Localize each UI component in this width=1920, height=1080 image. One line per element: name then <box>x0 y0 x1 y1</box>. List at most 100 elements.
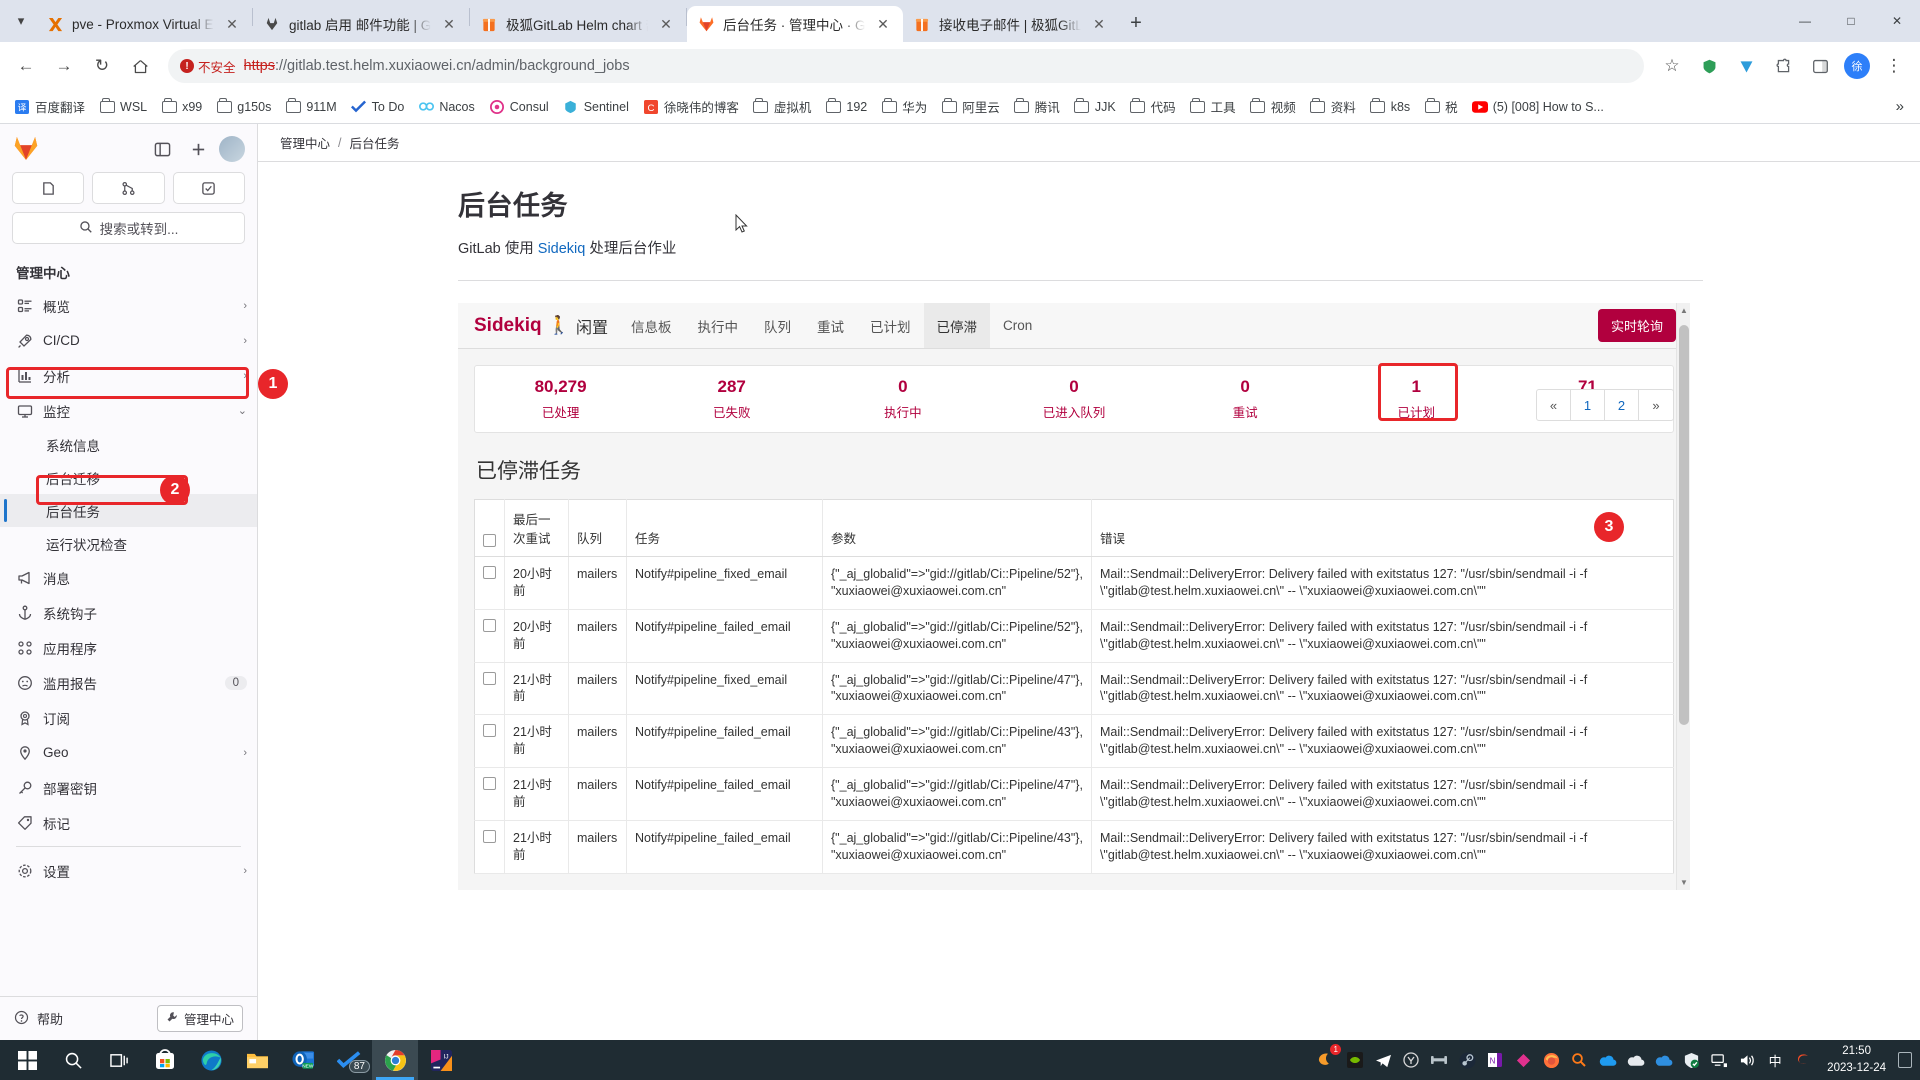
not-secure-badge[interactable]: ! 不安全 <box>180 57 236 76</box>
tray-onenote[interactable]: N <box>1481 1040 1509 1080</box>
extension-v-icon[interactable] <box>1728 48 1764 84</box>
table-row[interactable]: 21小时前 mailers Notify#pipeline_failed_ema… <box>474 767 1674 821</box>
stat-scheduled[interactable]: 1 已计划 <box>1331 377 1502 421</box>
bookmark-item[interactable]: 腾讯 <box>1008 94 1066 119</box>
sidebar-item-deploy-keys[interactable]: 部署密钥 <box>0 770 257 805</box>
row-checkbox[interactable] <box>483 671 496 685</box>
sidebar-item-settings[interactable]: 设置 › <box>0 853 257 888</box>
bookmark-item[interactable]: 代码 <box>1124 94 1182 119</box>
tray-onedrive-personal[interactable] <box>1649 1040 1677 1080</box>
tab-retries[interactable]: 重试 <box>804 303 857 348</box>
user-avatar[interactable] <box>219 136 245 162</box>
maximize-button[interactable]: □ <box>1828 0 1874 42</box>
issues-icon[interactable] <box>12 172 85 204</box>
tray-steam[interactable] <box>1453 1040 1481 1080</box>
bookmark-item[interactable]: To Do <box>345 96 411 118</box>
tray-sogou[interactable] <box>1789 1040 1817 1080</box>
tab-close-icon[interactable]: ✕ <box>656 14 676 34</box>
cell-queue[interactable]: mailers <box>568 820 627 874</box>
bookmark-item[interactable]: k8s <box>1364 96 1416 118</box>
todo-app[interactable]: 87 <box>326 1040 372 1080</box>
tab-list-chevron-icon[interactable]: ▾ <box>6 0 36 42</box>
table-row[interactable]: 21小时前 mailers Notify#pipeline_failed_ema… <box>474 820 1674 874</box>
show-desktop-button[interactable] <box>1896 1040 1914 1080</box>
reading-list-icon[interactable] <box>1802 48 1838 84</box>
sidebar-item-labels[interactable]: 标记 <box>0 805 257 840</box>
taskbar-clock[interactable]: 21:50 2023-12-24 <box>1817 1043 1896 1076</box>
sidebar-item-system-hooks[interactable]: 系统钩子 <box>0 595 257 630</box>
microsoft-store[interactable] <box>142 1040 188 1080</box>
todos-icon[interactable] <box>172 172 245 204</box>
row-checkbox[interactable] <box>483 566 496 579</box>
bookmark-item[interactable]: Sentinel <box>557 96 635 118</box>
bookmark-item[interactable]: 工具 <box>1184 94 1242 119</box>
bookmark-item[interactable]: 虚拟机 <box>747 94 818 119</box>
extensions-puzzle-icon[interactable] <box>1765 48 1801 84</box>
sidebar-item-applications[interactable]: 应用程序 <box>0 630 257 665</box>
row-checkbox[interactable] <box>483 618 496 632</box>
cell-queue[interactable]: mailers <box>568 714 627 768</box>
bookmark-item[interactable]: 阿里云 <box>935 94 1006 119</box>
stat-failed[interactable]: 287 已失败 <box>646 377 817 421</box>
address-bar[interactable]: ! 不安全 https://gitlab.test.helm.xuxiaowei… <box>168 49 1644 83</box>
back-icon[interactable]: ← <box>8 48 44 84</box>
tray-onedrive-blue[interactable] <box>1593 1040 1621 1080</box>
cell-queue[interactable]: mailers <box>568 767 627 821</box>
cell-queue[interactable]: mailers <box>568 662 627 716</box>
table-row[interactable]: 20小时前 mailers Notify#pipeline_failed_ema… <box>474 609 1674 663</box>
tray-notification[interactable]: 1 <box>1313 1040 1342 1080</box>
microsoft-edge[interactable] <box>188 1040 234 1080</box>
browser-tab-3-active[interactable]: 后台任务 · 管理中心 · GitLab ✕ <box>687 6 903 42</box>
tab-close-icon[interactable]: ✕ <box>439 14 459 34</box>
sidebar-item-monitor[interactable]: 监控 ⌄ <box>0 393 257 428</box>
tray-ime[interactable]: 中 <box>1761 1040 1789 1080</box>
scrollbar-thumb[interactable] <box>1679 325 1689 725</box>
bookmark-item[interactable]: 华为 <box>875 94 933 119</box>
merge-requests-icon[interactable] <box>92 172 165 204</box>
google-chrome[interactable] <box>372 1040 418 1080</box>
sidebar-item-overview[interactable]: 概览 › <box>0 288 257 323</box>
live-poll-button[interactable]: 实时轮询 <box>1597 309 1676 342</box>
tab-close-icon[interactable]: ✕ <box>1089 14 1109 34</box>
sidekiq-link[interactable]: Sidekiq <box>538 241 586 257</box>
taskbar-search[interactable] <box>50 1040 96 1080</box>
bookmark-item[interactable]: (5) [008] How to S... <box>1466 96 1610 118</box>
tray-onedrive-white[interactable] <box>1621 1040 1649 1080</box>
outlook[interactable]: NEW <box>280 1040 326 1080</box>
row-checkbox[interactable] <box>483 829 496 843</box>
help-button[interactable]: 帮助 <box>14 1009 63 1028</box>
tray-nvidia[interactable] <box>1341 1040 1369 1080</box>
file-explorer[interactable] <box>234 1040 280 1080</box>
bookmark-item[interactable]: g150s <box>210 96 277 118</box>
stat-enqueued[interactable]: 0 已进入队列 <box>988 377 1159 421</box>
task-view[interactable] <box>96 1040 142 1080</box>
pagination-page-1[interactable]: 1 <box>1571 390 1605 420</box>
browser-tab-0[interactable]: pve - Proxmox Virtual Environ ✕ <box>36 6 252 42</box>
bookmark-item[interactable]: 192 <box>819 96 873 118</box>
scroll-up-icon[interactable]: ▲ <box>1677 303 1691 317</box>
start-button[interactable] <box>4 1040 50 1080</box>
admin-area-button[interactable]: 管理中心 <box>156 1005 243 1032</box>
forward-icon[interactable]: → <box>46 48 82 84</box>
tab-dead[interactable]: 已停滞 <box>923 303 991 348</box>
breadcrumb-item-0[interactable]: 管理中心 <box>280 133 330 152</box>
stat-processed[interactable]: 80,279 已处理 <box>475 377 646 421</box>
tab-scheduled[interactable]: 已计划 <box>857 303 924 348</box>
select-all-checkbox[interactable] <box>483 534 496 547</box>
cell-queue[interactable]: mailers <box>568 556 627 610</box>
scroll-down-icon[interactable]: ▼ <box>1677 876 1691 890</box>
search-input[interactable]: 搜索或转到... <box>12 212 245 244</box>
tray-app[interactable] <box>1509 1040 1537 1080</box>
tray-everything[interactable] <box>1565 1040 1593 1080</box>
tray-tool[interactable] <box>1425 1040 1453 1080</box>
browser-tab-4[interactable]: 接收电子邮件 | 极狐GitLab ✕ <box>903 6 1119 42</box>
reload-icon[interactable]: ↻ <box>84 48 120 84</box>
bookmark-star-icon[interactable]: ☆ <box>1654 48 1690 84</box>
tab-dashboard[interactable]: 信息板 <box>618 303 685 348</box>
browser-tab-1[interactable]: gitlab 启用 邮件功能 | GitLab/ ✕ <box>253 6 469 42</box>
bookmark-item[interactable]: 911M <box>279 96 342 118</box>
intellij-idea[interactable]: IJ <box>418 1040 464 1080</box>
row-checkbox[interactable] <box>483 777 496 790</box>
bookmark-item[interactable]: Consul <box>483 96 555 118</box>
sidebar-item-cicd[interactable]: CI/CD › <box>0 323 257 358</box>
